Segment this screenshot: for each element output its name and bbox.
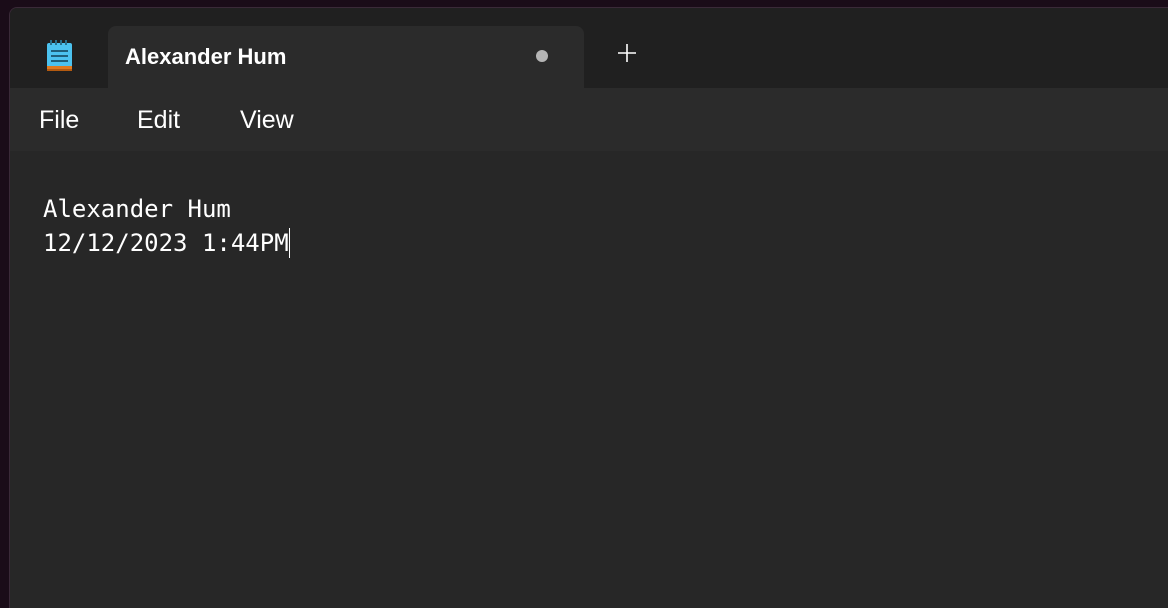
title-bar: Alexander Hum bbox=[10, 8, 1168, 88]
menu-item-view[interactable]: View bbox=[240, 106, 294, 135]
text-caret bbox=[288, 228, 290, 258]
new-tab-button[interactable] bbox=[616, 42, 638, 64]
menu-item-file[interactable]: File bbox=[39, 106, 79, 135]
menu-bar: File Edit View bbox=[10, 88, 1168, 151]
menu-item-edit[interactable]: Edit bbox=[137, 106, 180, 135]
notepad-icon bbox=[46, 40, 73, 72]
tab-title: Alexander Hum bbox=[125, 44, 287, 69]
tab-document[interactable]: Alexander Hum bbox=[108, 26, 584, 88]
editor-line: 12/12/2023 1:44PM bbox=[43, 228, 290, 258]
notepad-window: Alexander Hum File Edit View Alexander H… bbox=[9, 7, 1168, 608]
editor-line: Alexander Hum bbox=[43, 195, 231, 223]
plus-icon bbox=[618, 44, 636, 62]
text-editor[interactable]: Alexander Hum 12/12/2023 1:44PM bbox=[10, 151, 1168, 608]
unsaved-dot-icon[interactable] bbox=[536, 50, 548, 62]
